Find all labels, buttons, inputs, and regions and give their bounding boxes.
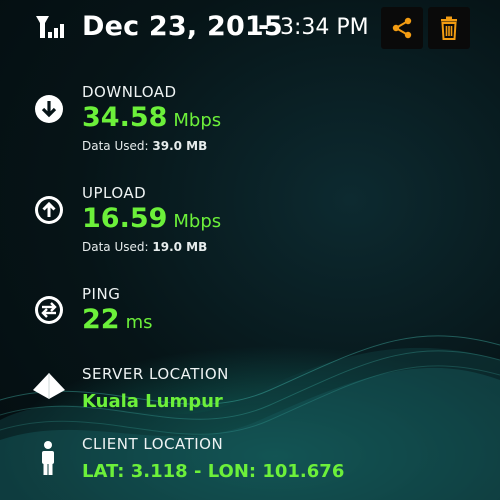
ping-speed: 22: [82, 304, 120, 335]
upload-label: UPLOAD: [82, 184, 147, 202]
client-location-label: CLIENT LOCATION: [82, 435, 224, 453]
server-location-value: Kuala Lumpur: [82, 391, 223, 412]
share-button[interactable]: [381, 7, 423, 49]
share-icon: [392, 17, 412, 39]
upload-data-used: Data Used: 19.0 MB: [82, 240, 207, 254]
download-unit: Mbps: [173, 110, 222, 131]
download-value: 34.58 Mbps: [82, 102, 221, 133]
download-arrow-icon: [35, 95, 63, 123]
client-location-value: LAT: 3.118 - LON: 101.676: [82, 461, 345, 482]
wave-background: [0, 300, 500, 500]
delete-button[interactable]: [428, 7, 470, 49]
upload-value: 16.59 Mbps: [82, 203, 221, 234]
test-time: 3:34 PM: [280, 15, 369, 40]
trash-icon: [441, 16, 457, 40]
header-bar: Dec 23, 2015 - 3:34 PM: [0, 0, 500, 56]
test-date: Dec 23, 2015: [82, 11, 283, 42]
download-data-used-value: 39.0 MB: [152, 139, 208, 153]
server-pyramid-icon: [33, 373, 65, 399]
date-time-separator: -: [258, 11, 270, 42]
upload-data-used-value: 19.0 MB: [152, 240, 208, 254]
ping-unit: ms: [125, 312, 153, 333]
upload-data-used-label: Data Used:: [82, 240, 149, 254]
download-label: DOWNLOAD: [82, 83, 177, 101]
signal-icon: [36, 16, 64, 38]
upload-arrow-icon: [35, 196, 63, 224]
upload-speed: 16.59: [82, 203, 168, 234]
download-data-used-label: Data Used:: [82, 139, 149, 153]
ping-value: 22 ms: [82, 304, 153, 335]
ping-label: PING: [82, 285, 121, 303]
person-icon: [42, 441, 54, 475]
ping-exchange-icon: [35, 296, 63, 324]
server-location-label: SERVER LOCATION: [82, 365, 229, 383]
upload-unit: Mbps: [173, 211, 222, 232]
download-speed: 34.58: [82, 102, 168, 133]
download-data-used: Data Used: 39.0 MB: [82, 139, 207, 153]
